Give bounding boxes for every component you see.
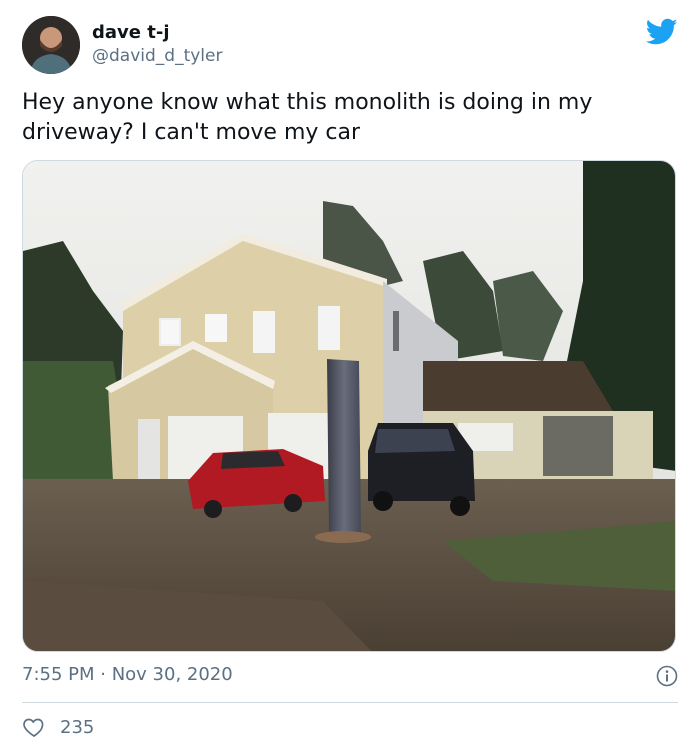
tweet-timestamp[interactable]: 7:55 PM · Nov 30, 2020 bbox=[22, 664, 233, 685]
like-button[interactable]: 235 bbox=[22, 714, 94, 740]
twitter-bird-icon[interactable] bbox=[645, 18, 678, 46]
divider bbox=[22, 702, 678, 703]
avatar[interactable] bbox=[22, 16, 80, 74]
like-count: 235 bbox=[60, 716, 95, 738]
tweet-card: dave t-j @david_d_tyler Hey anyone know … bbox=[0, 0, 700, 756]
user-handle[interactable]: @david_d_tyler bbox=[92, 46, 222, 66]
tweet-photo[interactable] bbox=[22, 160, 676, 652]
display-name[interactable]: dave t-j bbox=[92, 22, 169, 43]
info-icon[interactable] bbox=[656, 665, 678, 687]
tweet-text: Hey anyone know what this monolith is do… bbox=[22, 90, 593, 145]
heart-icon bbox=[23, 718, 44, 737]
